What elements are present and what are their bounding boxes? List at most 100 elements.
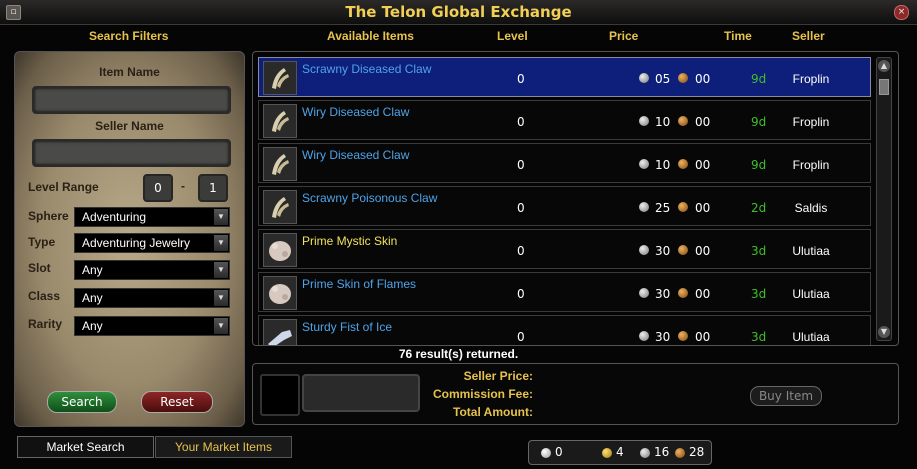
item-level: 0 — [517, 287, 525, 301]
platinum-amount: 0 — [555, 445, 563, 459]
reset-button[interactable]: Reset — [141, 391, 213, 413]
item-name-input[interactable] — [32, 86, 231, 114]
item-level: 0 — [517, 244, 525, 258]
available-items-header[interactable]: Available Items — [327, 29, 414, 43]
sphere-label: Sphere — [28, 209, 69, 223]
seller-name-input[interactable] — [32, 139, 231, 167]
silver-coin-icon — [639, 288, 649, 298]
level-min-input[interactable]: 0 — [143, 174, 173, 202]
item-list-scrollbar[interactable]: ▲ ▼ — [876, 57, 892, 341]
scroll-down-icon[interactable]: ▼ — [878, 326, 890, 338]
chevron-down-icon[interactable]: ▼ — [214, 290, 228, 306]
item-time-left: 3d — [751, 287, 767, 301]
item-row[interactable]: Sturdy Fist of Ice 0 30 00 3d Ulutiaa — [258, 315, 871, 345]
silver-coin-icon — [639, 73, 649, 83]
item-time-left: 9d — [751, 115, 767, 129]
time-header[interactable]: Time — [724, 29, 752, 43]
class-dropdown[interactable]: Any ▼ — [74, 288, 230, 308]
claw-icon — [263, 147, 297, 181]
item-row[interactable]: Scrawny Diseased Claw 0 05 00 9d Froplin — [258, 57, 871, 97]
rarity-dropdown[interactable]: Any ▼ — [74, 316, 230, 336]
class-label: Class — [28, 289, 61, 303]
silver-coin-icon — [639, 202, 649, 212]
item-price-copper: 00 — [695, 287, 711, 301]
copper-coin-icon — [678, 73, 688, 83]
type-label: Type — [28, 235, 56, 249]
item-price-silver: 10 — [655, 158, 671, 172]
item-price-silver: 30 — [655, 287, 671, 301]
scroll-up-icon[interactable]: ▲ — [878, 60, 890, 72]
item-level: 0 — [517, 115, 525, 129]
level-header[interactable]: Level — [497, 29, 528, 43]
search-button[interactable]: Search — [47, 391, 117, 413]
copper-coin-icon — [678, 331, 688, 341]
silver-coin-icon — [639, 159, 649, 169]
item-seller: Ulutiaa — [792, 330, 830, 344]
item-row[interactable]: Wiry Diseased Claw 0 10 00 9d Froplin — [258, 100, 871, 140]
skin-icon — [263, 233, 297, 267]
chevron-down-icon[interactable]: ▼ — [214, 235, 228, 251]
tab-market-search[interactable]: Market Search — [17, 436, 154, 458]
scroll-thumb[interactable] — [879, 79, 889, 95]
title-bar[interactable]: ▫ The Telon Global Exchange × — [0, 0, 917, 25]
seller-price-label: Seller Price: — [463, 369, 533, 383]
item-name: Prime Skin of Flames — [302, 277, 417, 291]
item-name: Prime Mystic Skin — [302, 234, 398, 248]
item-name-label: Item Name — [99, 65, 160, 79]
silver-coin-icon — [639, 116, 649, 126]
slot-dropdown[interactable]: Any ▼ — [74, 260, 230, 280]
level-max-input[interactable]: 1 — [198, 174, 228, 202]
close-icon[interactable]: × — [894, 5, 909, 20]
seller-header[interactable]: Seller — [792, 29, 825, 43]
copper-amount: 28 — [689, 445, 705, 459]
price-header[interactable]: Price — [609, 29, 638, 43]
telon-exchange-window: ▫ The Telon Global Exchange × Search Fil… — [0, 0, 917, 469]
item-level: 0 — [517, 158, 525, 172]
item-name: Wiry Diseased Claw — [302, 148, 410, 162]
skin-icon — [263, 276, 297, 310]
item-price-silver: 30 — [655, 244, 671, 258]
sphere-value: Adventuring — [82, 210, 147, 224]
claw-icon — [263, 61, 297, 95]
rarity-value: Any — [82, 319, 103, 333]
copper-coin-icon — [678, 116, 688, 126]
chevron-down-icon[interactable]: ▼ — [214, 209, 228, 225]
platinum-coin-icon — [541, 448, 551, 458]
currency-wallet: 0 4 16 28 — [528, 440, 712, 465]
item-seller: Ulutiaa — [792, 244, 830, 258]
tab-your-market-items[interactable]: Your Market Items — [155, 436, 292, 458]
chevron-down-icon[interactable]: ▼ — [214, 318, 228, 334]
item-price-copper: 00 — [695, 244, 711, 258]
type-dropdown[interactable]: Adventuring Jewelry ▼ — [74, 233, 230, 253]
buy-item-button[interactable]: Buy Item — [750, 386, 822, 406]
copper-coin-icon — [678, 245, 688, 255]
item-row[interactable]: Prime Skin of Flames 0 30 00 3d Ulutiaa — [258, 272, 871, 312]
sphere-dropdown[interactable]: Adventuring ▼ — [74, 207, 230, 227]
item-price-silver: 10 — [655, 115, 671, 129]
silver-coin-icon — [640, 448, 650, 458]
commission-fee-label: Commission Fee: — [432, 387, 533, 401]
chevron-down-icon[interactable]: ▼ — [214, 262, 228, 278]
item-row[interactable]: Prime Mystic Skin 0 30 00 3d Ulutiaa — [258, 229, 871, 269]
item-name: Scrawny Poisonous Claw — [302, 191, 438, 205]
item-price-copper: 00 — [695, 115, 711, 129]
claw-icon — [263, 190, 297, 224]
item-price-silver: 05 — [655, 72, 671, 86]
item-time-left: 9d — [751, 72, 767, 86]
item-time-left: 3d — [751, 244, 767, 258]
item-time-left: 9d — [751, 158, 767, 172]
item-level: 0 — [517, 201, 525, 215]
silver-amount: 16 — [654, 445, 670, 459]
item-row[interactable]: Wiry Diseased Claw 0 10 00 9d Froplin — [258, 143, 871, 183]
item-row[interactable]: Scrawny Poisonous Claw 0 25 00 2d Saldis — [258, 186, 871, 226]
item-seller: Froplin — [792, 115, 830, 129]
copper-coin-icon — [678, 159, 688, 169]
type-value: Adventuring Jewelry — [82, 236, 191, 250]
item-name: Scrawny Diseased Claw — [302, 62, 432, 76]
gold-amount: 4 — [616, 445, 624, 459]
item-seller: Saldis — [794, 201, 828, 215]
item-level: 0 — [517, 72, 525, 86]
fist-icon — [263, 319, 297, 345]
claw-icon — [263, 104, 297, 138]
rarity-label: Rarity — [28, 317, 63, 331]
